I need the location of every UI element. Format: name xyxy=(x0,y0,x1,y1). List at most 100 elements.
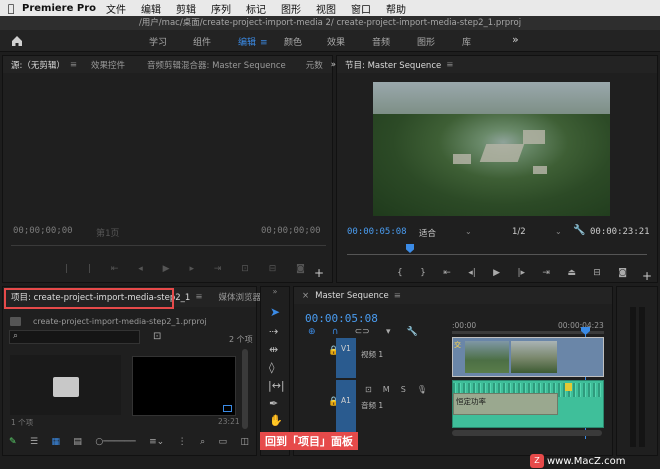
timeline-settings-icon[interactable]: 🔧 xyxy=(407,327,418,337)
go-to-out-icon[interactable]: ⇥ xyxy=(214,264,222,274)
tab-master-sequence[interactable]: Master Sequence xyxy=(315,291,389,301)
audio-transition-block[interactable]: 恒定功率 xyxy=(453,393,558,415)
go-to-out-icon[interactable]: ⇥ xyxy=(542,268,550,278)
tab-learning[interactable]: 学习 xyxy=(149,35,167,48)
project-scrollbar[interactable] xyxy=(242,349,248,429)
step-forward-icon[interactable]: ▸ xyxy=(189,264,194,274)
step-forward-icon[interactable]: |▸ xyxy=(517,268,525,278)
mute-icon[interactable]: M xyxy=(383,385,390,394)
track-a1-target[interactable]: A1 xyxy=(336,380,356,432)
pencil-icon[interactable]: ✎ xyxy=(9,437,17,447)
mark-in-icon[interactable]: | xyxy=(65,264,68,274)
close-tab-icon[interactable]: × xyxy=(302,291,309,301)
automate-icon[interactable]: ⋮ xyxy=(178,437,187,447)
playhead-icon[interactable] xyxy=(406,244,414,253)
new-item-icon[interactable]: ◫ xyxy=(240,437,249,447)
menu-clip[interactable]: 剪辑 xyxy=(176,1,196,16)
menu-edit[interactable]: 编辑 xyxy=(141,1,161,16)
lift-icon[interactable]: ⏏ xyxy=(567,268,576,278)
menu-view[interactable]: 视图 xyxy=(316,1,336,16)
panel-menu-icon[interactable]: ≡ xyxy=(195,292,202,302)
play-icon[interactable]: ▶ xyxy=(163,264,170,274)
tab-program[interactable]: 节目: Master Sequence xyxy=(345,59,441,71)
resolution-chevron-icon[interactable]: ⌄ xyxy=(555,227,562,236)
selection-tool-icon[interactable]: ➤ xyxy=(270,305,280,319)
track-v1-target[interactable]: V1 xyxy=(336,338,356,378)
nest-toggle-icon[interactable]: ⊕ xyxy=(308,327,316,337)
tab-metadata[interactable]: 元数 xyxy=(306,59,323,71)
settings-wrench-icon[interactable]: 🔧 xyxy=(573,225,585,236)
sequence-thumbnail[interactable] xyxy=(132,356,236,416)
icon-view-icon[interactable]: ▦ xyxy=(51,437,60,447)
step-back-icon[interactable]: ◂| xyxy=(468,268,476,278)
solo-icon[interactable]: S xyxy=(401,385,406,394)
snap-icon[interactable]: ∩ xyxy=(332,327,339,337)
tab-effects[interactable]: 效果 xyxy=(327,35,345,48)
slip-tool-icon[interactable]: |↔| xyxy=(268,379,285,392)
search-input[interactable]: ⌕ xyxy=(9,330,140,344)
tab-assembly[interactable]: 组件 xyxy=(193,35,211,48)
hand-tool-icon[interactable]: ✋ xyxy=(269,414,283,427)
app-name[interactable]: Premiere Pro xyxy=(22,3,96,14)
source-scrubber[interactable] xyxy=(11,245,326,246)
add-marker-icon[interactable]: ▾ xyxy=(386,327,391,337)
resolution-dropdown[interactable]: 1/2 xyxy=(512,227,526,237)
tab-media-browser[interactable]: 媒体浏览器 xyxy=(218,291,261,303)
tools-overflow-icon[interactable]: » xyxy=(261,287,289,301)
tab-editing[interactable]: 编辑 ≡ xyxy=(238,35,268,48)
add-button-icon[interactable]: + xyxy=(314,266,324,280)
voiceover-mic-icon[interactable]: 🎙 xyxy=(417,385,427,394)
tab-audio-clip-mixer[interactable]: 音频剪辑混合器: Master Sequence xyxy=(147,59,286,71)
find-icon[interactable]: ⌕ xyxy=(200,437,205,447)
play-icon[interactable]: ▶ xyxy=(493,268,500,278)
sort-icon[interactable]: ≡⌄ xyxy=(149,437,164,447)
go-to-in-icon[interactable]: ⇤ xyxy=(443,268,451,278)
zoom-slider-icon[interactable]: ○────── xyxy=(95,437,135,447)
home-icon[interactable] xyxy=(10,34,24,48)
extract-icon[interactable]: ⊟ xyxy=(593,268,601,278)
tab-audio[interactable]: 音频 xyxy=(372,35,390,48)
track-select-tool-icon[interactable]: ⇢ xyxy=(269,325,278,338)
overwrite-icon[interactable]: ⊟ xyxy=(269,264,277,274)
go-to-in-icon[interactable]: ⇤ xyxy=(111,264,119,274)
time-ruler[interactable] xyxy=(452,331,604,334)
export-frame-icon[interactable]: ◙ xyxy=(618,268,627,278)
audio-clip[interactable]: 恒定功率 xyxy=(452,380,604,428)
ripple-edit-tool-icon[interactable]: ⇹ xyxy=(269,343,278,356)
tab-libraries[interactable]: 库 xyxy=(462,35,471,48)
program-timecode[interactable]: 00:00:05:08 xyxy=(347,227,407,237)
panel-menu-icon[interactable]: ≡ xyxy=(394,291,401,301)
sync-lock-icon[interactable]: ⊡ xyxy=(365,385,372,394)
menu-window[interactable]: 窗口 xyxy=(351,1,371,16)
linked-selection-icon[interactable]: ⊂⊃ xyxy=(355,327,370,337)
fit-dropdown-chevron-icon[interactable]: ⌄ xyxy=(465,227,472,236)
panel-menu-icon[interactable]: ≡ xyxy=(446,60,453,70)
freeform-view-icon[interactable]: ▤ xyxy=(73,437,82,447)
mark-out-icon[interactable]: | xyxy=(88,264,91,274)
step-back-icon[interactable]: ◂ xyxy=(138,264,143,274)
export-frame-icon[interactable]: ◙ xyxy=(296,264,305,274)
insert-icon[interactable]: ⊡ xyxy=(241,264,249,274)
timeline-timecode[interactable]: 00:00:05:08 xyxy=(305,312,378,325)
new-bin-icon[interactable]: ⊡ xyxy=(153,331,161,342)
tab-color[interactable]: 颜色 xyxy=(284,35,302,48)
source-timecode[interactable]: 00;00;00;00 xyxy=(13,226,73,236)
fit-dropdown[interactable]: 适合 xyxy=(419,227,436,239)
menu-help[interactable]: 帮助 xyxy=(386,1,406,16)
apple-icon[interactable]:  xyxy=(0,2,22,15)
new-bin-icon[interactable]: ▭ xyxy=(219,437,228,447)
tab-graphics[interactable]: 图形 xyxy=(417,35,435,48)
tab-source[interactable]: 源:（无剪辑） xyxy=(11,59,65,71)
menu-file[interactable]: 文件 xyxy=(106,1,126,16)
timeline-horizontal-scrollbar[interactable] xyxy=(452,430,602,436)
mark-out-icon[interactable]: } xyxy=(420,268,426,278)
menu-markers[interactable]: 标记 xyxy=(246,1,266,16)
tab-effect-controls[interactable]: 效果控件 xyxy=(91,59,125,71)
pen-tool-icon[interactable]: ✒ xyxy=(269,397,278,410)
menu-graphics[interactable]: 图形 xyxy=(281,1,301,16)
add-button-icon[interactable]: + xyxy=(642,269,652,283)
razor-tool-icon[interactable]: ◊ xyxy=(269,361,274,374)
program-scrubber[interactable] xyxy=(347,254,647,255)
mark-in-icon[interactable]: { xyxy=(397,268,403,278)
list-view-icon[interactable]: ☰ xyxy=(30,437,38,447)
